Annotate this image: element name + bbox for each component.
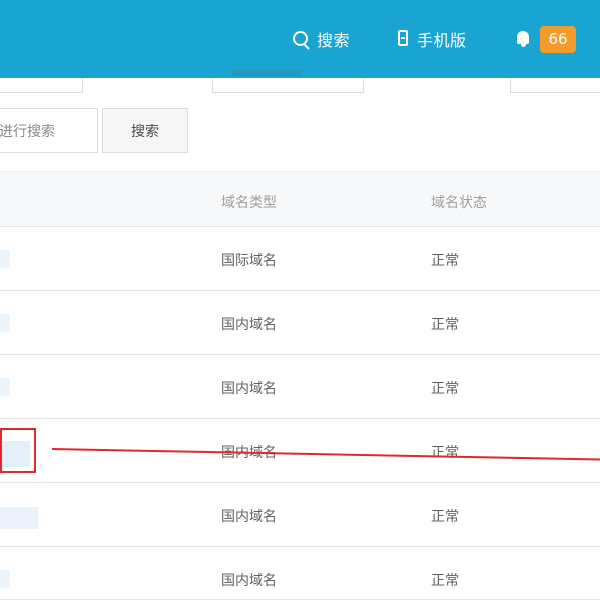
notification-count-badge: 66 xyxy=(540,25,576,53)
domain-type-cell: 国内域名 xyxy=(221,381,277,397)
search-icon xyxy=(292,30,310,48)
domain-type-cell: 国内域名 xyxy=(221,509,277,525)
domain-status-cell: 正常 xyxy=(431,253,459,269)
domain-type-cell: 国内域名 xyxy=(221,573,277,589)
domain-type-cell: 国际域名 xyxy=(221,253,277,269)
partial-filter-control-right[interactable] xyxy=(510,78,600,93)
annotation-highlight-box xyxy=(0,428,36,473)
domain-status-cell: 正常 xyxy=(431,509,459,525)
bell-icon xyxy=(514,29,532,49)
domain-status-cell: 正常 xyxy=(431,573,459,589)
domain-cell-partial xyxy=(0,507,38,529)
domain-management-page: 搜索 手机版 66 进行搜索 搜索 域名类型 域名状态 国际域名 正常 国内域名… xyxy=(0,0,600,600)
domain-search-input-text: 进行搜索 xyxy=(0,123,55,140)
domain-table-header: 域名类型 域名状态 xyxy=(0,171,600,227)
domain-table: 域名类型 域名状态 国际域名 正常 国内域名 正常 国内域名 正常 国内域名 正… xyxy=(0,171,600,600)
table-row[interactable]: 国内域名 正常 xyxy=(0,547,600,600)
domain-status-cell: 正常 xyxy=(431,445,459,461)
domain-status-cell: 正常 xyxy=(431,317,459,333)
table-row[interactable]: 国内域名 正常 xyxy=(0,291,600,355)
top-search-button[interactable]: 搜索 xyxy=(292,24,370,54)
mobile-version-button[interactable]: 手机版 xyxy=(397,24,489,54)
table-row[interactable]: 国内域名 正常 xyxy=(0,483,600,547)
partial-filter-control-label xyxy=(232,70,302,76)
domain-search-input[interactable]: 进行搜索 xyxy=(0,108,98,153)
mobile-version-label: 手机版 xyxy=(417,31,467,50)
top-navigation-bar: 搜索 手机版 66 xyxy=(0,0,600,78)
domain-search-button-label: 搜索 xyxy=(131,123,159,140)
domain-cell-partial xyxy=(0,250,10,268)
domain-status-cell: 正常 xyxy=(431,381,459,397)
partial-filter-control-left[interactable] xyxy=(0,78,83,93)
top-search-label: 搜索 xyxy=(317,31,351,50)
mobile-icon xyxy=(397,30,411,48)
domain-search-button[interactable]: 搜索 xyxy=(102,108,188,153)
table-row[interactable]: 国内域名 正常 xyxy=(0,355,600,419)
table-row[interactable]: 国际域名 正常 xyxy=(0,227,600,291)
domain-cell-partial xyxy=(0,570,10,588)
domain-type-cell: 国内域名 xyxy=(221,317,277,333)
domain-cell-partial xyxy=(0,314,10,332)
notifications-button[interactable]: 66 xyxy=(514,24,584,54)
table-row[interactable]: 国内域名 正常 xyxy=(0,419,600,483)
domain-status-column-header: 域名状态 xyxy=(431,195,487,211)
domain-cell-partial xyxy=(0,378,10,396)
domain-type-column-header: 域名类型 xyxy=(221,195,277,211)
partial-filter-control-middle[interactable] xyxy=(212,78,364,93)
